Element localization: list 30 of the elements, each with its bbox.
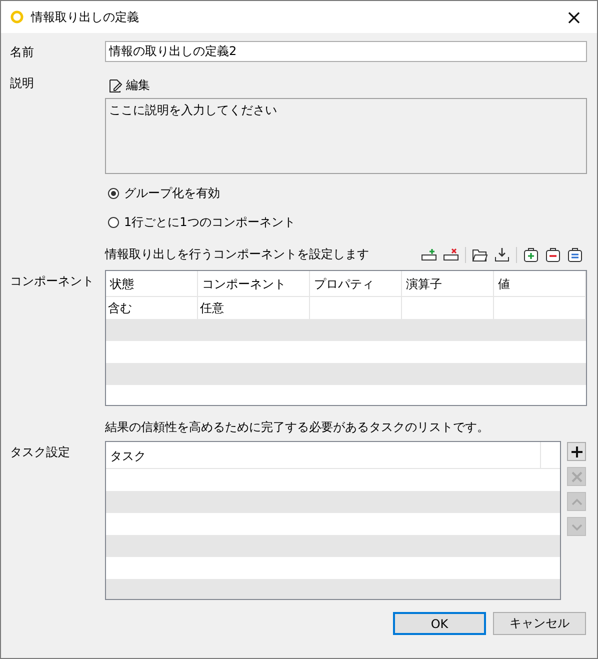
caption: 結果の信頼性を高めるために完了する必要があるタスクのリストです。	[105, 419, 490, 436]
radio-button[interactable]	[108, 188, 119, 199]
window-title: 情報取り出しの定義	[31, 8, 140, 26]
row-cross-icon[interactable]	[443, 247, 459, 263]
case-minus-icon[interactable]	[545, 247, 561, 263]
radio-label: 1行ごとに1つのコンポーネント	[124, 214, 296, 231]
close-button[interactable]: ×	[551, 1, 597, 33]
field-label: コンポーネント	[10, 274, 94, 288]
field-label: タスク設定	[10, 445, 70, 459]
dialog-button[interactable]: OK	[393, 612, 486, 635]
caption: 情報取り出しを行うコンポーネントを設定します	[105, 246, 369, 263]
folder-icon[interactable]	[472, 247, 488, 263]
row-plus-icon[interactable]	[421, 247, 437, 263]
download-icon[interactable]	[494, 247, 510, 263]
app-icon	[10, 10, 24, 24]
field-label: 名前	[10, 45, 34, 59]
edit-icon	[108, 78, 122, 92]
edit-button[interactable]: 編集	[105, 75, 153, 96]
field-label: 説明	[10, 76, 34, 90]
dialog-button[interactable]: キャンセル	[493, 612, 586, 635]
radio-button[interactable]	[108, 217, 119, 228]
case-equals-icon[interactable]	[567, 247, 583, 263]
column-header[interactable]: タスク	[106, 442, 540, 468]
case-plus-icon[interactable]	[523, 247, 539, 263]
name-field[interactable]: 情報の取り出しの定義2	[105, 41, 587, 62]
radio-label: グループ化を有効	[124, 185, 220, 202]
close-icon	[570, 470, 584, 484]
plus-icon	[570, 444, 584, 458]
description-field[interactable]: ここに説明を入力してください	[105, 98, 587, 174]
plus-button[interactable]	[567, 442, 586, 461]
